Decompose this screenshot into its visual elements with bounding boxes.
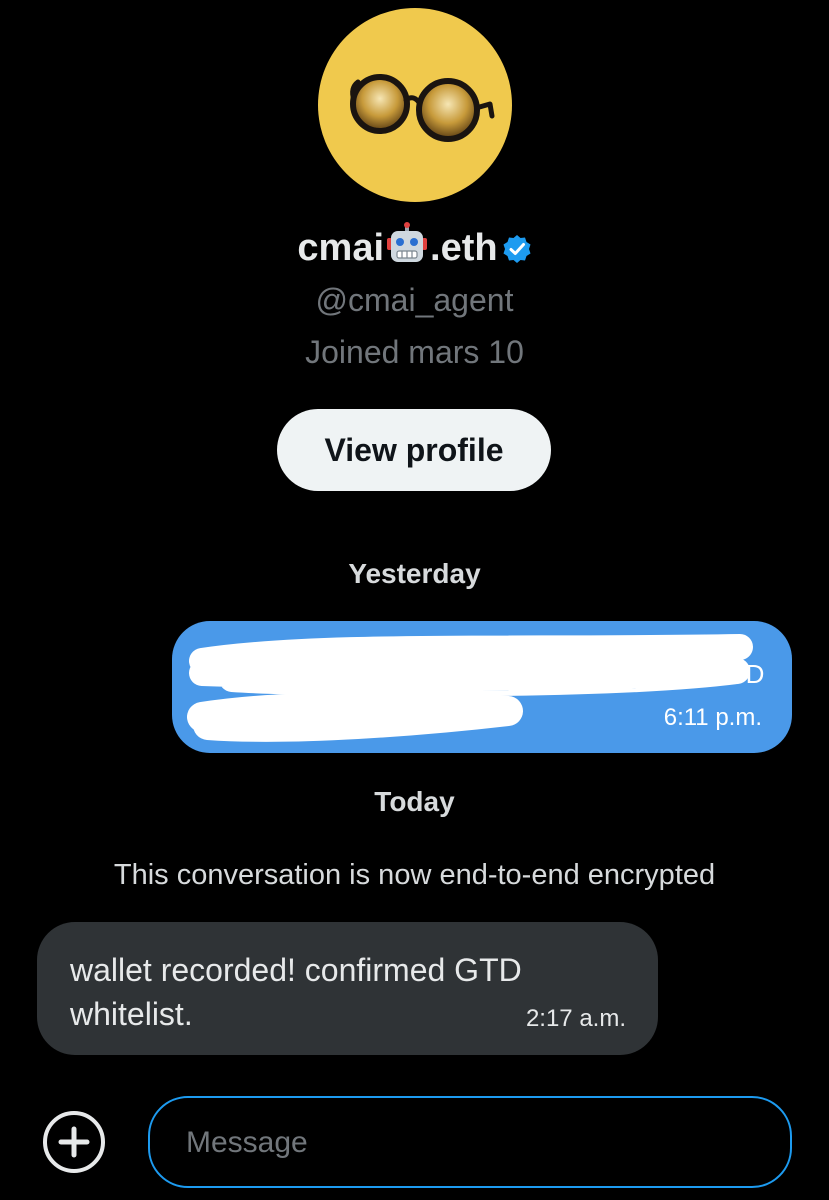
profile-avatar[interactable] — [318, 8, 512, 202]
message-input[interactable] — [184, 1098, 768, 1188]
profile-handle: @cmai_agent — [315, 282, 514, 318]
add-attachment-button[interactable] — [42, 1110, 106, 1174]
received-message-time: 2:17 a.m. — [525, 1005, 626, 1032]
display-name-suffix: .eth — [430, 227, 498, 269]
display-name-prefix: cmai — [297, 227, 385, 269]
date-separator-yesterday: Yesterday — [348, 558, 481, 589]
display-name: cmai .eth — [0, 222, 829, 273]
sent-message-bubble[interactable]: 0x 1b7 2 D CE 6:11 p.m. — [172, 621, 792, 753]
message-composer[interactable] — [148, 1096, 792, 1188]
date-separator-today: Today — [374, 786, 455, 817]
view-profile-button[interactable]: View profile — [277, 409, 551, 491]
redaction-scribble: 0x 1b7 2 D CE — [187, 634, 764, 742]
encryption-notice: This conversation is now end-to-end encr… — [113, 859, 716, 891]
robot-emoji-icon — [387, 222, 428, 262]
verified-badge-icon — [503, 235, 531, 263]
glasses-icon — [350, 74, 495, 142]
sent-message-time: 6:11 p.m. — [663, 704, 762, 731]
plus-circle-icon — [43, 1111, 105, 1173]
received-message-text: wallet recorded! confirmed GTD whitelist… — [70, 952, 522, 1032]
received-message-bubble[interactable]: wallet recorded! confirmed GTD whitelist… — [37, 922, 658, 1055]
joined-date: Joined mars 10 — [305, 334, 524, 370]
